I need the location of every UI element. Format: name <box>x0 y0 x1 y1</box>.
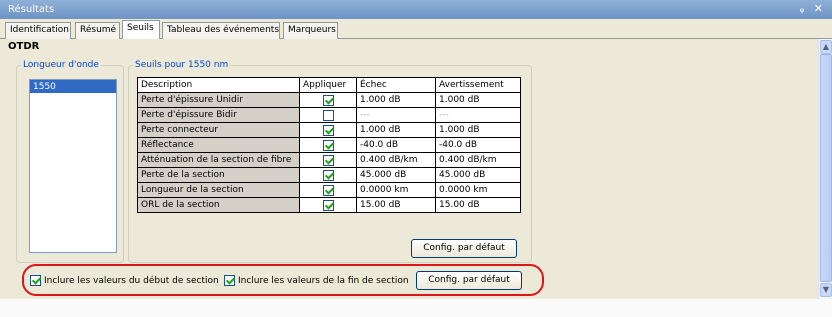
apply-checkbox[interactable] <box>322 169 334 181</box>
apply-cell <box>299 152 357 168</box>
row-description: Perte de la section <box>137 167 300 183</box>
fail-value[interactable]: 0.400 dB/km <box>356 152 436 168</box>
tab-label: Seuils <box>127 23 154 33</box>
thresholds-legend: Seuils pour 1550 nm <box>135 60 229 70</box>
scroll-thumb[interactable] <box>820 54 832 282</box>
apply-cell <box>299 167 357 183</box>
include-start-label[interactable]: Inclure les valeurs du début de section <box>44 276 219 286</box>
include-end-checkbox-row[interactable]: Inclure les valeurs de la fin de section <box>224 275 409 286</box>
options-default-button[interactable]: Config. par défaut <box>416 271 522 290</box>
scroll-up-icon[interactable]: ▲ <box>820 40 832 54</box>
table-row: Perte connecteur 1.000 dB 1.000 dB <box>137 122 521 138</box>
apply-cell <box>299 182 357 198</box>
tab-seuils[interactable]: Seuils <box>122 20 160 40</box>
apply-cell <box>299 137 357 153</box>
row-description: Perte d'épissure Bidir <box>137 107 300 123</box>
warning-value[interactable]: --- <box>435 107 521 123</box>
table-row: Perte de la section 45.000 dB 45.000 dB <box>137 167 521 183</box>
tab-label: Identification <box>10 25 70 35</box>
row-description: Atténuation de la section de fibre <box>137 152 300 168</box>
tab-marqueurs[interactable]: Marqueurs <box>283 22 338 39</box>
apply-checkbox[interactable] <box>322 139 334 151</box>
table-row: Perte d'épissure Unidir 1.000 dB 1.000 d… <box>137 92 521 108</box>
tab-resume[interactable]: Résumé <box>75 22 120 39</box>
table-row: Atténuation de la section de fibre 0.400… <box>137 152 521 168</box>
fail-value[interactable]: 15.00 dB <box>356 197 436 213</box>
fail-value[interactable]: --- <box>356 107 436 123</box>
apply-checkbox[interactable] <box>322 184 334 196</box>
include-start-checkbox-row[interactable]: Inclure les valeurs du début de section <box>30 275 219 286</box>
include-end-checkbox[interactable] <box>224 275 235 286</box>
include-start-checkbox[interactable] <box>30 275 41 286</box>
apply-checkbox[interactable] <box>322 94 334 106</box>
table-row: ORL de la section 15.00 dB 15.00 dB <box>137 197 521 213</box>
fail-value[interactable]: 1.000 dB <box>356 92 436 108</box>
apply-cell <box>299 122 357 138</box>
window-title: Résultats <box>8 4 55 15</box>
col-echec[interactable]: Échec <box>356 77 436 93</box>
warning-value[interactable]: 15.00 dB <box>435 197 521 213</box>
tab-label: Tableau des événements <box>167 25 280 35</box>
apply-cell <box>299 197 357 213</box>
table-row: Perte d'épissure Bidir --- --- <box>137 107 521 123</box>
fail-value[interactable]: 45.000 dB <box>356 167 436 183</box>
apply-checkbox[interactable] <box>322 109 334 121</box>
thresholds-default-button[interactable]: Config. par défaut <box>411 239 517 258</box>
warning-value[interactable]: 1.000 dB <box>435 92 521 108</box>
warning-value[interactable]: 0.400 dB/km <box>435 152 521 168</box>
scroll-down-icon[interactable]: ▼ <box>820 283 832 297</box>
tab-label: Marqueurs <box>288 25 336 35</box>
row-description: Perte d'épissure Unidir <box>137 92 300 108</box>
wavelength-list[interactable]: 1550 <box>29 79 117 253</box>
fail-value[interactable]: 0.0000 km <box>356 182 436 198</box>
row-description: Réflectance <box>137 137 300 153</box>
apply-cell <box>299 92 357 108</box>
col-avertissement[interactable]: Avertissement <box>435 77 521 93</box>
apply-cell <box>299 107 357 123</box>
fail-value[interactable]: -40.0 dB <box>356 137 436 153</box>
apply-checkbox[interactable] <box>322 124 334 136</box>
col-appliquer[interactable]: Appliquer <box>299 77 357 93</box>
row-description: Longueur de la section <box>137 182 300 198</box>
apply-checkbox[interactable] <box>322 199 334 211</box>
wavelength-legend: Longueur d'onde <box>23 60 99 70</box>
fail-value[interactable]: 1.000 dB <box>356 122 436 138</box>
table-row: Longueur de la section 0.0000 km 0.0000 … <box>137 182 521 198</box>
warning-value[interactable]: 45.000 dB <box>435 167 521 183</box>
section-title: OTDR <box>8 41 40 52</box>
table-header-row: Description Appliquer Échec Avertissemen… <box>137 77 521 93</box>
pin-close-icon[interactable]: ᵩ ✕ <box>800 2 826 15</box>
apply-checkbox[interactable] <box>322 154 334 166</box>
status-area <box>0 299 832 317</box>
window-titlebar: Résultats ᵩ ✕ <box>0 0 832 19</box>
tab-label: Résumé <box>80 25 117 35</box>
tab-strip: Identification Résumé Seuils Tableau des… <box>0 19 832 40</box>
thresholds-table: Description Appliquer Échec Avertissemen… <box>137 77 521 213</box>
warning-value[interactable]: 1.000 dB <box>435 122 521 138</box>
include-end-label[interactable]: Inclure les valeurs de la fin de section <box>238 276 409 286</box>
row-description: Perte connecteur <box>137 122 300 138</box>
warning-value[interactable]: -40.0 dB <box>435 137 521 153</box>
row-description: ORL de la section <box>137 197 300 213</box>
table-row: Réflectance -40.0 dB -40.0 dB <box>137 137 521 153</box>
warning-value[interactable]: 0.0000 km <box>435 182 521 198</box>
tab-identification[interactable]: Identification <box>5 22 71 39</box>
col-description[interactable]: Description <box>137 77 300 93</box>
wavelength-item-1550[interactable]: 1550 <box>30 80 116 93</box>
tab-tableau-evenements[interactable]: Tableau des événements <box>162 22 280 39</box>
vertical-scrollbar[interactable]: ▲ ▼ <box>818 39 832 299</box>
